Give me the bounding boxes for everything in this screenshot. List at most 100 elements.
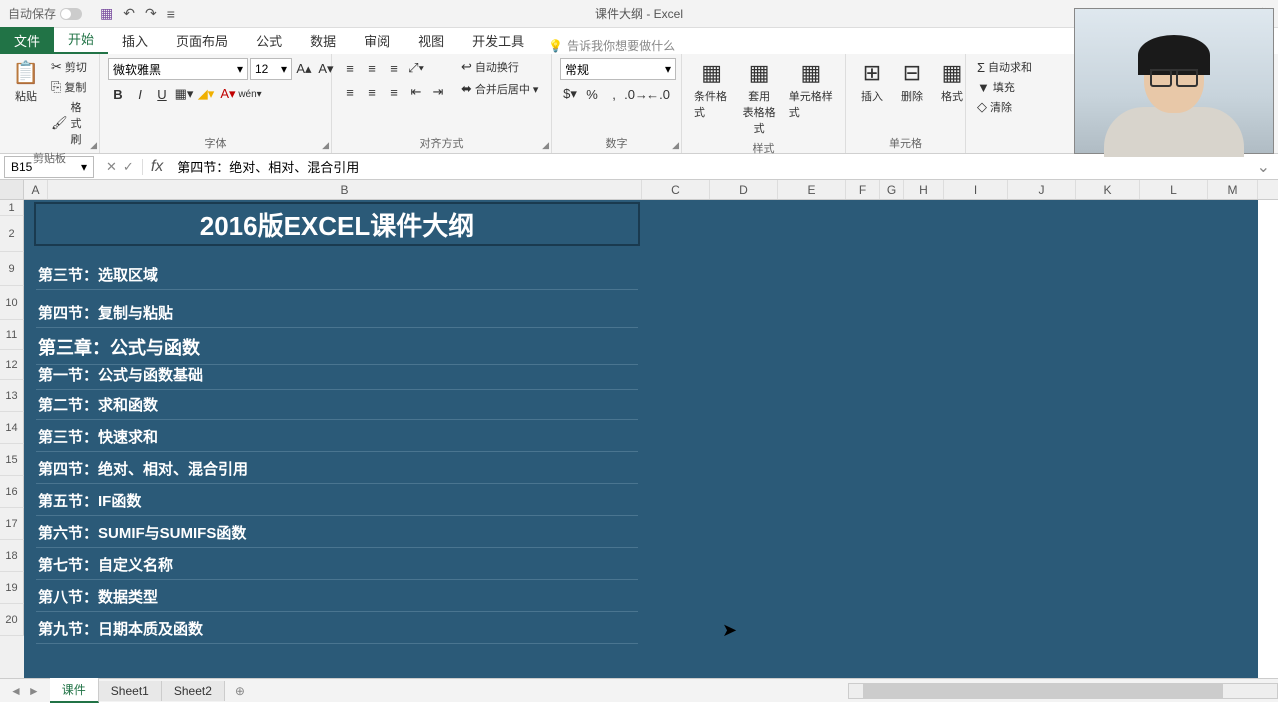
border-button[interactable]: ▦▾ [174, 84, 194, 104]
bold-button[interactable]: B [108, 84, 128, 104]
dialog-launcher-icon[interactable]: ◢ [322, 140, 329, 151]
expand-formula-icon[interactable]: ⌄ [1249, 157, 1278, 177]
select-all-corner[interactable] [0, 180, 24, 199]
accounting-button[interactable]: $▾ [560, 84, 580, 104]
fx-icon[interactable]: fx [143, 158, 171, 176]
format-cells-button[interactable]: ▦格式 [934, 58, 970, 106]
align-left-button[interactable]: ≡ [340, 82, 360, 102]
tab-data[interactable]: 数据 [296, 27, 350, 54]
col-header-M[interactable]: M [1208, 180, 1258, 199]
number-format-select[interactable]: 常规▾ [560, 58, 676, 80]
tab-home[interactable]: 开始 [54, 25, 108, 54]
outline-item[interactable]: 第一节：公式与函数基础 [36, 358, 638, 390]
align-top-button[interactable]: ≡ [340, 58, 360, 78]
font-name-select[interactable]: 微软雅黑▾ [108, 58, 248, 80]
tab-view[interactable]: 视图 [404, 27, 458, 54]
clear-button[interactable]: ◇清除 [974, 98, 1015, 116]
tell-me-box[interactable]: 💡 告诉我你想要做什么 [538, 37, 685, 54]
row-header-10[interactable]: 10 [0, 286, 24, 320]
tab-dev[interactable]: 开发工具 [458, 27, 538, 54]
col-header-G[interactable]: G [880, 180, 904, 199]
sheet-nav-next-icon[interactable]: ► [28, 684, 40, 698]
row-header-20[interactable]: 20 [0, 604, 24, 636]
col-header-F[interactable]: F [846, 180, 880, 199]
increase-decimal-button[interactable]: .0→ [626, 84, 646, 104]
fill-color-button[interactable]: ◢▾ [196, 84, 216, 104]
merge-center-button[interactable]: ⬌合并后居中▾ [458, 80, 541, 98]
col-header-J[interactable]: J [1008, 180, 1076, 199]
outline-item[interactable]: 第三节：快速求和 [36, 420, 638, 452]
dialog-launcher-icon[interactable]: ◢ [672, 140, 679, 151]
sheet-tab-2[interactable]: Sheet1 [99, 681, 162, 701]
grow-font-button[interactable]: A▴ [294, 59, 314, 79]
outline-item[interactable]: 第四节：绝对、相对、混合引用 [36, 452, 638, 484]
align-middle-button[interactable]: ≡ [362, 58, 382, 78]
dialog-launcher-icon[interactable]: ◢ [542, 140, 549, 151]
add-sheet-button[interactable]: ⊕ [225, 684, 255, 698]
cell-styles-button[interactable]: ▦单元格样式 [785, 58, 837, 122]
outline-item[interactable]: 第六节：SUMIF与SUMIFS函数 [36, 516, 638, 548]
outline-item[interactable]: 第四节：复制与粘贴 [36, 296, 638, 328]
outline-item[interactable]: 第二节：求和函数 [36, 388, 638, 420]
col-header-A[interactable]: A [24, 180, 48, 199]
col-header-K[interactable]: K [1076, 180, 1140, 199]
insert-cells-button[interactable]: ⊞插入 [854, 58, 890, 106]
comma-button[interactable]: , [604, 84, 624, 104]
save-icon[interactable]: ▦ [100, 5, 113, 22]
undo-icon[interactable]: ↶ [123, 5, 135, 22]
row-header-12[interactable]: 12 [0, 350, 24, 380]
delete-cells-button[interactable]: ⊟删除 [894, 58, 930, 106]
sheet-tab-3[interactable]: Sheet2 [162, 681, 225, 701]
row-header-2[interactable]: 2 [0, 216, 24, 252]
tab-layout[interactable]: 页面布局 [162, 27, 242, 54]
scroll-thumb[interactable] [863, 684, 1223, 698]
copy-button[interactable]: ⎘复制 [48, 78, 91, 96]
phonetic-button[interactable]: wén▾ [240, 84, 260, 104]
row-header-16[interactable]: 16 [0, 476, 24, 508]
data-area[interactable]: 2016版EXCEL课件大纲 第三节：选取区域第四节：复制与粘贴第三章：公式与函… [24, 200, 1258, 678]
cancel-formula-icon[interactable]: ✕ [106, 159, 117, 175]
row-header-18[interactable]: 18 [0, 540, 24, 572]
enter-formula-icon[interactable]: ✓ [123, 159, 134, 175]
align-right-button[interactable]: ≡ [384, 82, 404, 102]
cut-button[interactable]: ✂剪切 [48, 58, 91, 76]
underline-button[interactable]: U [152, 84, 172, 104]
outline-item[interactable]: 第九节：日期本质及函数 [36, 612, 638, 644]
sheet-tab-1[interactable]: 课件 [50, 678, 99, 703]
indent-decrease-button[interactable]: ⇤ [406, 82, 426, 102]
outline-item[interactable]: 第三节：选取区域 [36, 258, 638, 290]
wrap-text-button[interactable]: ↩自动换行 [458, 58, 541, 76]
col-header-H[interactable]: H [904, 180, 944, 199]
table-format-button[interactable]: ▦套用 表格格式 [737, 58, 780, 138]
autosave-toggle[interactable]: 自动保存 [0, 5, 90, 22]
percent-button[interactable]: % [582, 84, 602, 104]
row-header-9[interactable]: 9 [0, 252, 24, 286]
tab-review[interactable]: 审阅 [350, 27, 404, 54]
align-bottom-button[interactable]: ≡ [384, 58, 404, 78]
font-color-button[interactable]: A▾ [218, 84, 238, 104]
row-header-19[interactable]: 19 [0, 572, 24, 604]
sheet-nav-prev-icon[interactable]: ◄ [10, 684, 22, 698]
outline-item[interactable]: 第七节：自定义名称 [36, 548, 638, 580]
paste-button[interactable]: 📋 粘贴 [8, 58, 44, 106]
align-center-button[interactable]: ≡ [362, 82, 382, 102]
tab-formula[interactable]: 公式 [242, 27, 296, 54]
col-header-B[interactable]: B [48, 180, 642, 199]
row-header-1[interactable]: 1 [0, 200, 24, 216]
decrease-decimal-button[interactable]: ←.0 [648, 84, 668, 104]
outline-item[interactable]: 第八节：数据类型 [36, 580, 638, 612]
col-header-D[interactable]: D [710, 180, 778, 199]
col-header-E[interactable]: E [778, 180, 846, 199]
outline-item[interactable]: 第五节：IF函数 [36, 484, 638, 516]
row-header-14[interactable]: 14 [0, 412, 24, 444]
col-header-C[interactable]: C [642, 180, 710, 199]
tab-file[interactable]: 文件 [0, 27, 54, 54]
format-painter-button[interactable]: 🖌格式刷 [48, 98, 91, 148]
dialog-launcher-icon[interactable]: ◢ [90, 140, 97, 151]
row-header-11[interactable]: 11 [0, 320, 24, 350]
row-header-13[interactable]: 13 [0, 380, 24, 412]
cond-format-button[interactable]: ▦条件格式 [690, 58, 733, 122]
italic-button[interactable]: I [130, 84, 150, 104]
fill-button[interactable]: ▼填充 [974, 78, 1018, 96]
redo-icon[interactable]: ↷ [145, 5, 157, 22]
